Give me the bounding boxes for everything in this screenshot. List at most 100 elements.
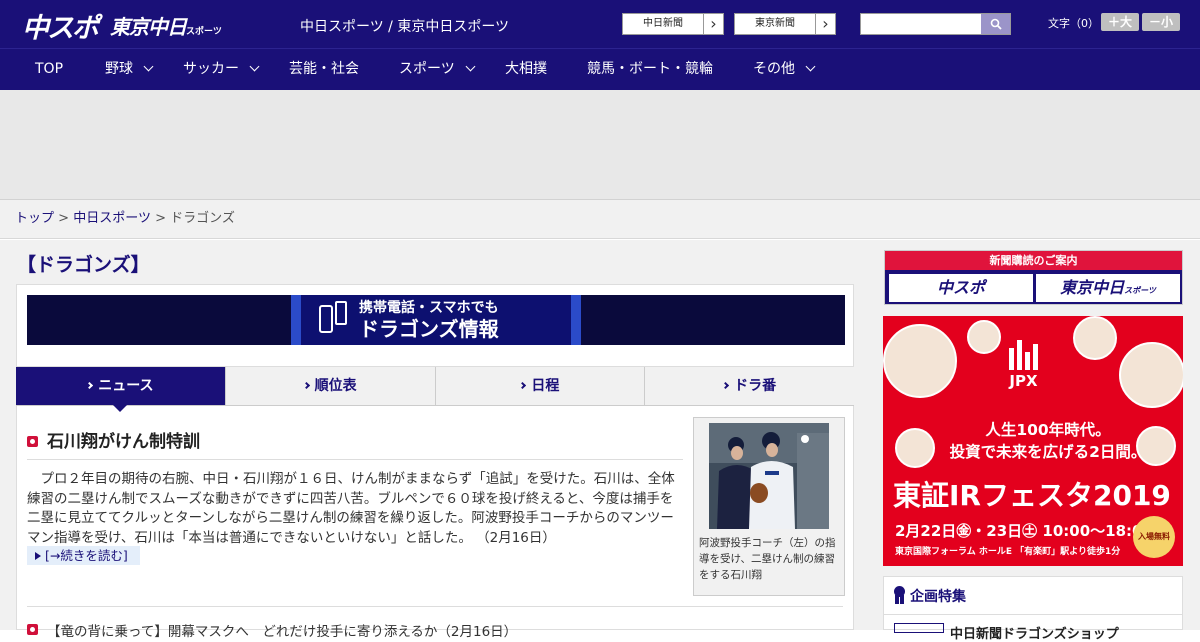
article-photo[interactable] (709, 423, 829, 529)
chevron-down-icon (249, 61, 260, 72)
jpx-brand: JPX (1009, 372, 1038, 390)
ribbon-icon (894, 586, 905, 604)
ad-event-place: 東京国際フォーラム ホールE 「有楽町」駅より徒歩1分 (895, 547, 1121, 557)
tokyo-chunichi-logo-mini: 東京中日スポーツ (1036, 274, 1180, 302)
feature-thumbnail[interactable] (894, 623, 944, 633)
mobile-promo-banner[interactable]: 携帯電話・スマホでも ドラゴンズ情報 (27, 295, 845, 345)
nav-item-label: 大相撲 (505, 61, 547, 77)
promo-line2: ドラゴンズ情報 (359, 316, 499, 341)
section-title: 【ドラゴンズ】 (17, 254, 150, 276)
ad-portrait (967, 320, 1001, 354)
nav-item-label: その他 (753, 61, 795, 77)
search-icon (990, 18, 1002, 30)
nav-item-keiba[interactable]: 競馬・ボート・競輪 (587, 49, 713, 89)
ad-free-badge: 入場無料 (1133, 516, 1175, 558)
nav-item-entertainment[interactable]: 芸能・社会 (289, 49, 359, 89)
jpx-logo: JPX (1009, 338, 1038, 390)
jpx-logo-mark (1009, 338, 1038, 370)
bullet-icon (27, 436, 38, 447)
chevron-right-icon (722, 381, 730, 390)
promo-line1: 携帯電話・スマホでも (359, 299, 499, 316)
tab-doraban[interactable]: ドラ番 (645, 367, 854, 405)
breadcrumb-top[interactable]: トップ (15, 211, 54, 226)
tab-label: 日程 (531, 378, 560, 394)
tokyo-chunichi-logo-mini-text: 東京中日 (1060, 278, 1125, 297)
chevron-down-icon (143, 61, 154, 72)
subscription-title: 新聞購読のご案内 (885, 251, 1182, 270)
tokyo-shimbun-link-label: 東京新聞 (755, 18, 795, 29)
feature-title: 企画特集 (910, 589, 966, 605)
tokyo-chunichi-logo-text: 東京中日 (110, 15, 187, 39)
tab-schedule[interactable]: 日程 (435, 367, 646, 405)
feature-header: 企画特集 (884, 577, 1182, 615)
read-more-label: [→続きを読む] (45, 548, 128, 563)
site-name: 中日スポーツ / 東京中日スポーツ (300, 19, 510, 35)
tokyo-chunichi-logo-small: スポーツ (186, 27, 222, 37)
next-article-link[interactable]: 【竜の背に乗って】開幕マスクへ どれだけ投手に寄り添えるか（2月16日） (47, 620, 517, 640)
tokyo-chunichi-logo[interactable]: 東京中日スポーツ (110, 11, 222, 40)
tab-label: 順位表 (314, 378, 357, 394)
article-header: 石川翔がけん制特訓 (27, 425, 683, 460)
nav-item-label: サッカー (183, 61, 239, 77)
chevron-right-icon (302, 381, 310, 390)
photo-caption: 阿波野投手コーチ（左）の指導を受け、二塁けん制の練習をする石川翔 (699, 537, 836, 581)
nav-item-baseball[interactable]: 野球 (105, 49, 154, 89)
chevron-down-icon (805, 61, 816, 72)
chunichi-shimbun-link[interactable]: 中日新聞 › (622, 13, 724, 35)
breadcrumb-separator: > (58, 211, 70, 226)
top-ad-area (0, 90, 1200, 200)
tab-news[interactable]: ニュース (16, 367, 226, 412)
jpx-ad-banner[interactable]: JPX 人生100年時代。 投資で未来を広げる2日間。 東証IRフェスタ2019… (883, 316, 1183, 566)
article-body: プロ２年目の期待の右腕、中日・石川翔が１６日、けん制がままならず「追試」を受けた… (27, 471, 675, 546)
breadcrumb-chunichi-sports[interactable]: 中日スポーツ (73, 211, 151, 226)
article-title[interactable]: 石川翔がけん制特訓 (47, 427, 200, 452)
chevron-right-icon (86, 381, 94, 390)
promo-banner-inner: 携帯電話・スマホでも ドラゴンズ情報 (291, 295, 581, 345)
chevron-right-icon: › (815, 14, 835, 34)
nav-item-label: 競馬・ボート・競輪 (587, 61, 713, 77)
search-button[interactable] (981, 14, 1010, 34)
article-photo-box: 阿波野投手コーチ（左）の指導を受け、二塁けん制の練習をする石川翔 (693, 417, 845, 596)
ad-copy-line2: 投資で未来を広げる2日間。 (949, 443, 1147, 461)
nav-item-label: スポーツ (399, 61, 455, 77)
nav-item-other[interactable]: その他 (753, 49, 816, 89)
ad-event-date: 2月22日㊎・23日㊏ 10:00～18:00 (895, 522, 1153, 540)
promo-text: 携帯電話・スマホでも ドラゴンズ情報 (359, 300, 499, 341)
nav-item-label: TOP (35, 61, 64, 77)
tab-standings[interactable]: 順位表 (225, 367, 436, 405)
ad-portrait (883, 324, 957, 398)
dragons-tabs: ニュース 順位表 日程 ドラ番 (16, 366, 854, 412)
breadcrumb: トップ > 中日スポーツ > ドラゴンズ (0, 200, 1200, 239)
subscription-banner[interactable]: 新聞購読のご案内 中スポ 東京中日スポーツ (884, 250, 1183, 305)
feature-box: 企画特集 中日新聞ドラゴンズショップ (883, 576, 1183, 642)
feature-item-link[interactable]: 中日新聞ドラゴンズショップ (950, 623, 1119, 642)
chunichi-shimbun-link-label: 中日新聞 (643, 18, 683, 29)
triangle-right-icon (35, 552, 41, 560)
nav-item-sumo[interactable]: 大相撲 (505, 49, 547, 89)
breadcrumb-separator: > (155, 211, 166, 226)
nav-item-sports[interactable]: スポーツ (399, 49, 476, 89)
read-more-link[interactable]: [→続きを読む] (27, 546, 140, 565)
tokyo-shimbun-link[interactable]: 東京新聞 › (734, 13, 836, 35)
search-input[interactable] (861, 14, 981, 34)
chevron-right-icon (519, 381, 527, 390)
ad-copy: 人生100年時代。 投資で未来を広げる2日間。 (923, 419, 1173, 463)
nav-item-top[interactable]: TOP (35, 49, 63, 89)
font-smaller-button[interactable]: －小 (1142, 13, 1180, 31)
nav-item-label: 芸能・社会 (289, 61, 359, 77)
tab-label: ニュース (98, 378, 154, 394)
breadcrumb-current: ドラゴンズ (170, 211, 235, 226)
global-nav: TOP 野球 サッカー 芸能・社会 スポーツ 大相撲 競馬・ボート・競輪 その他 (0, 48, 1200, 90)
tokyo-chunichi-logo-mini-small: スポーツ (1124, 286, 1156, 295)
ad-copy-line1: 人生100年時代。 (985, 421, 1111, 439)
search-form (860, 13, 1011, 35)
ad-portrait (1119, 342, 1183, 408)
tab-label: ドラ番 (734, 378, 777, 394)
chuspo-logo[interactable]: 中スポ (22, 6, 99, 45)
site-header: 中スポ 東京中日スポーツ 中日スポーツ / 東京中日スポーツ 中日新聞 › 東京… (0, 0, 1200, 48)
font-size-label: 文字（0） (1048, 17, 1099, 30)
nav-item-soccer[interactable]: サッカー (183, 49, 260, 89)
chuspo-logo-mini: 中スポ (889, 274, 1033, 302)
font-bigger-button[interactable]: ＋大 (1101, 13, 1139, 31)
chevron-right-icon: › (703, 14, 723, 34)
